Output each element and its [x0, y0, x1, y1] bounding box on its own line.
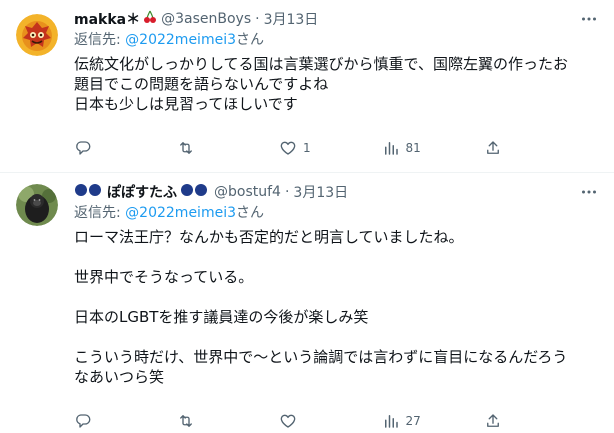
tweet-date[interactable]: 3月13日: [264, 9, 319, 29]
reply-to-handle[interactable]: @2022meimei3: [125, 205, 236, 221]
share-button[interactable]: [484, 411, 504, 431]
views-button[interactable]: 27: [382, 411, 442, 431]
reply-suffix: さん: [236, 205, 264, 221]
speaking-head-emoji-icon: [180, 183, 210, 201]
retweet-icon: [179, 415, 192, 427]
cherry-emoji-icon: [143, 10, 157, 28]
tweet-header: makka＊ @3asenBoys · 3月13日: [74, 8, 602, 30]
action-bar: 27: [74, 411, 504, 431]
reply-to-handle[interactable]: @2022meimei3: [125, 32, 236, 48]
like-button[interactable]: 1: [279, 138, 339, 158]
user-handle[interactable]: @3asenBoys: [161, 11, 251, 27]
reply-button[interactable]: [74, 138, 134, 158]
reply-to-line: 返信先: @2022meimei3さん: [74, 30, 602, 50]
separator-dot: ·: [255, 11, 260, 27]
speaking-head-emoji-icon: [74, 183, 104, 201]
reply-label: 返信先:: [74, 205, 126, 221]
display-name[interactable]: ぽぽすたふ: [107, 182, 177, 202]
reply-to-line: 返信先: @2022meimei3さん: [74, 203, 602, 223]
reply-icon: [76, 141, 91, 155]
separator-dot: ·: [284, 184, 290, 200]
user-handle[interactable]: @bostuf4: [214, 184, 281, 200]
display-name[interactable]: makka＊: [74, 9, 140, 29]
more-horizontal-icon[interactable]: [578, 181, 600, 203]
like-count: 1: [303, 141, 311, 155]
share-button[interactable]: [484, 138, 504, 158]
retweet-button[interactable]: [177, 411, 237, 431]
reply-suffix: さん: [236, 32, 264, 48]
views-bar-chart-icon: [384, 142, 398, 155]
view-count: 27: [405, 414, 421, 428]
share-upload-icon: [487, 141, 499, 154]
avatar[interactable]: [16, 184, 58, 226]
views-bar-chart-icon: [384, 415, 398, 428]
action-bar: 1 81: [74, 138, 504, 158]
tweet-date[interactable]: 3月13日: [293, 182, 348, 202]
tweet[interactable]: ぽぽすたふ @bostuf4 · 3月13日 返信先: @2022meimei3…: [0, 173, 614, 433]
share-upload-icon: [487, 414, 499, 427]
views-button[interactable]: 81: [382, 138, 442, 158]
tweet-header: ぽぽすたふ @bostuf4 · 3月13日: [74, 181, 602, 203]
retweet-button[interactable]: [177, 138, 237, 158]
tweet-content: makka＊ @3asenBoys · 3月13日 返信先: @2022meim…: [74, 8, 602, 114]
like-button[interactable]: [279, 411, 339, 431]
more-horizontal-icon[interactable]: [578, 8, 600, 30]
heart-icon: [280, 414, 296, 428]
retweet-icon: [179, 142, 192, 154]
heart-icon: [280, 141, 296, 155]
reply-button[interactable]: [74, 411, 134, 431]
tweet-text: ローマ法王庁？なんかも否定的だと明言していましたね。 世界中でそうなっている。 …: [74, 228, 568, 386]
view-count: 81: [405, 141, 421, 155]
reply-icon: [76, 414, 91, 428]
tweet[interactable]: makka＊ @3asenBoys · 3月13日 返信先: @2022meim…: [0, 0, 614, 173]
reply-label: 返信先:: [74, 32, 126, 48]
tweet-content: ぽぽすたふ @bostuf4 · 3月13日 返信先: @2022meimei3…: [74, 181, 602, 387]
tweet-text: 伝統文化がしっかりしてる国は言葉選びから慎重で、国際左翼の作ったお 題目でこの問…: [74, 55, 568, 113]
avatar[interactable]: [16, 14, 58, 56]
